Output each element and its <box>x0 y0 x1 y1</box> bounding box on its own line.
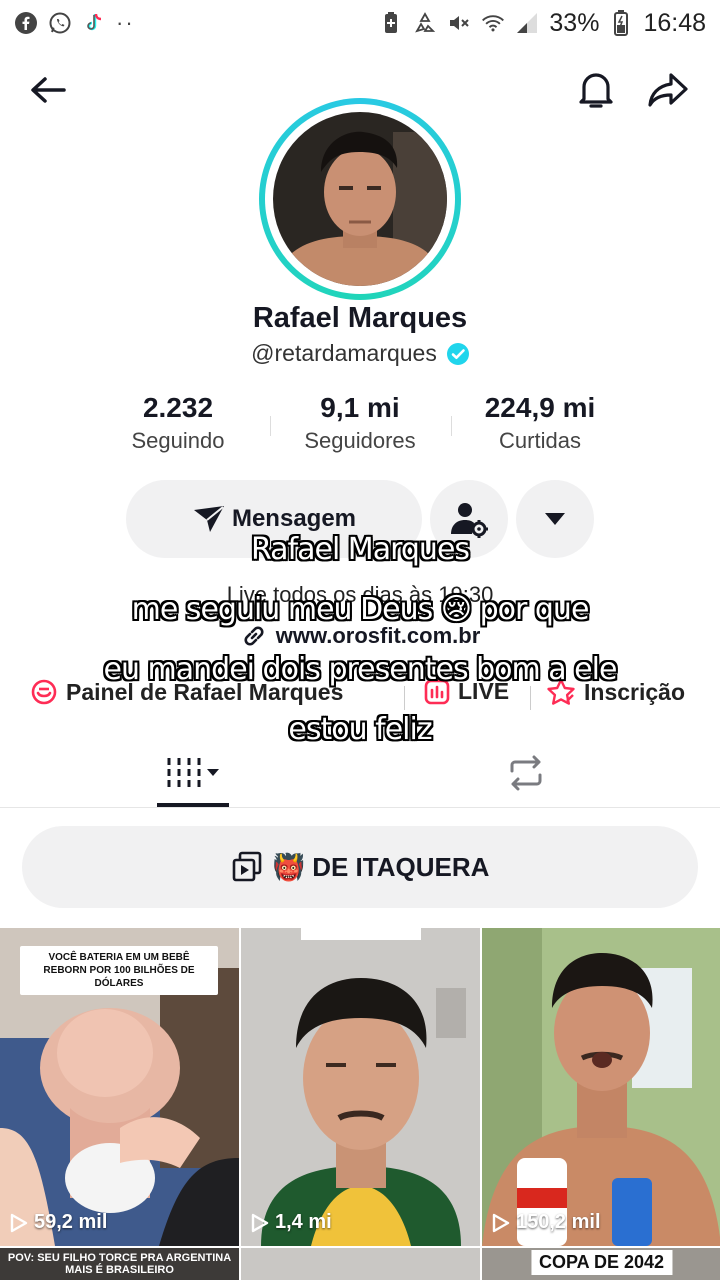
video-caption: COPA DE 2042 <box>530 1250 673 1275</box>
tiktok-icon <box>82 11 106 35</box>
avatar[interactable] <box>273 112 447 286</box>
playlist-icon <box>232 851 261 882</box>
facebook-icon <box>14 11 38 35</box>
video-caption: VOCÊ BATERIA EM UM BEBÊ REBORN POR 100 B… <box>20 946 218 995</box>
more-notifications-dots: ·· <box>116 10 135 35</box>
avatar-story-ring[interactable] <box>259 98 461 300</box>
stat-following[interactable]: 2.232 Seguindo <box>88 392 268 454</box>
stat-value: 9,1 mi <box>320 392 400 423</box>
overlay-caption-line: me seguiu meu Deus 😢 por que <box>131 592 590 627</box>
video-views: 59,2 mil <box>10 1211 107 1234</box>
repost-icon <box>510 755 542 791</box>
video-thumbnail[interactable]: VOCÊ BATERIA EM UM BEBÊ REBORN POR 100 B… <box>0 928 239 1246</box>
grid-videos-icon <box>167 758 219 788</box>
play-icon <box>492 1213 510 1232</box>
playlist-button[interactable]: 👹 DE ITAQUERA <box>22 826 698 908</box>
notifications-button[interactable] <box>572 66 620 114</box>
stat-label: Seguidores <box>304 428 416 453</box>
video-views: 1,4 mi <box>251 1211 332 1234</box>
content-tabs <box>0 740 720 808</box>
stat-value: 2.232 <box>142 392 214 423</box>
overlay-caption-line: eu mandei dois presentes bom a ele <box>103 652 618 687</box>
profile-name: Rafael Marques <box>252 302 468 334</box>
mute-icon <box>447 11 471 35</box>
playlist-label: 👹 DE ITAQUERA <box>272 851 490 882</box>
battery-saver-icon <box>379 11 403 35</box>
signal-icon <box>515 11 539 35</box>
verified-badge-icon <box>446 342 469 365</box>
caret-down-icon <box>545 513 565 525</box>
video-thumbnail[interactable]: COPA DE 2042 <box>482 1248 720 1280</box>
view-count: 59,2 mil <box>34 1211 108 1233</box>
stat-followers[interactable]: 9,1 mi Seguidores <box>270 392 450 454</box>
message-button-label: Mensagem <box>231 505 357 532</box>
battery-icon <box>609 10 633 36</box>
video-thumbnail[interactable]: POV: SEU FILHO TORCE PRA ARGENTINA MAIS … <box>0 1248 239 1280</box>
stat-label: Curtidas <box>499 428 581 453</box>
video-thumbnail[interactable]: 150,2 mil <box>482 928 720 1246</box>
overlay-caption-line: estou feliz <box>288 712 432 747</box>
battery-percent: 33% <box>549 8 600 37</box>
video-thumbnail[interactable] <box>241 1248 480 1280</box>
share-button[interactable] <box>644 66 692 114</box>
profile-handle: @retardamarques <box>251 340 437 366</box>
video-views: 150,2 mil <box>492 1211 601 1234</box>
play-icon <box>251 1213 269 1232</box>
view-count: 150,2 mil <box>516 1211 601 1233</box>
send-icon <box>193 506 224 532</box>
play-icon <box>10 1213 28 1232</box>
view-count: 1,4 mi <box>275 1211 332 1233</box>
arrow-left-icon <box>31 77 66 103</box>
clock: 16:48 <box>643 8 706 37</box>
stat-likes[interactable]: 224,9 mi Curtidas <box>450 392 630 454</box>
active-tab-indicator <box>157 803 229 807</box>
tab-reposts[interactable] <box>490 740 562 806</box>
back-button[interactable] <box>24 66 72 114</box>
video-thumbnail[interactable]: 1,4 mi <box>241 928 480 1246</box>
stat-value: 224,9 mi <box>484 392 596 423</box>
overlay-caption-line: Rafael Marques <box>250 532 470 567</box>
recycle-icon <box>413 11 437 35</box>
whatsapp-icon <box>48 11 72 35</box>
stat-label: Seguindo <box>131 428 225 453</box>
feature-divider <box>530 686 531 710</box>
handle-row: @retardamarques <box>0 340 720 367</box>
status-bar: ·· 33% 16:48 <box>0 0 720 46</box>
video-grid: VOCÊ BATERIA EM UM BEBÊ REBORN POR 100 B… <box>0 928 720 1280</box>
video-caption: POV: SEU FILHO TORCE PRA ARGENTINA MAIS … <box>7 1252 232 1276</box>
profile-stats: 2.232 Seguindo 9,1 mi Seguidores 224,9 m… <box>0 392 720 462</box>
wifi-icon <box>481 11 505 35</box>
feature-divider <box>404 686 405 710</box>
share-arrow-icon <box>648 73 688 107</box>
tab-videos[interactable] <box>157 740 229 806</box>
bell-icon <box>579 73 613 108</box>
